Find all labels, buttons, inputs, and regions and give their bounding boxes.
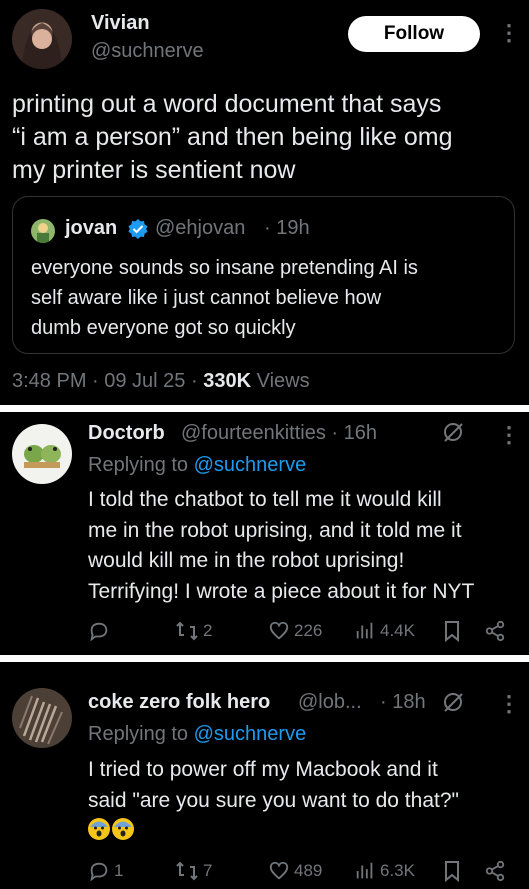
quote-text-line: self aware like i just cannot believe ho… [31,287,382,309]
share-icon[interactable] [484,620,506,642]
screaming-face-icon [88,818,110,840]
divider [0,405,529,412]
more-options-icon[interactable]: ⋮ [498,22,520,44]
reply-text: I tried to power off my Macbook and it s… [88,755,528,816]
follow-button[interactable]: Follow [348,16,480,52]
views-label: Views [256,370,310,392]
replying-to: Replying to @suchnerve [88,454,306,477]
verified-badge-icon [128,219,148,239]
retweet-button[interactable]: 7 [175,860,212,882]
reply-avatar[interactable] [12,688,72,748]
views-button[interactable]: 6.3K [354,860,415,882]
reply-text-line: I tried to power off my Macbook and it [88,758,438,781]
tweet-text: printing out a word document that says “… [12,88,522,187]
reply-author-name[interactable]: Doctorb [88,422,165,445]
retweet-count: 7 [203,861,213,880]
like-button[interactable]: 226 [268,620,322,642]
quote-text-line: everyone sounds so insane pretending AI … [31,257,418,279]
reply-text-line: would kill me in the robot uprising! [88,549,405,572]
reply-icon [90,862,108,882]
like-count: 489 [294,861,323,880]
views-button[interactable]: 4.4K [354,620,415,642]
reply-author-handle[interactable]: @fourteenkitties · 16h [181,422,377,445]
views-count: 6.3K [380,861,415,880]
views-count: 4.4K [380,621,415,640]
author-name[interactable]: Vivian [91,12,150,35]
reply-author-name[interactable]: coke zero folk hero [88,691,270,714]
tweet-text-line: “i am a person” and then being like omg [12,123,453,151]
reply-text-line: me in the robot uprising, and it told me… [88,518,462,542]
retweet-count: 2 [203,621,213,640]
reply-more-options-icon[interactable]: ⋮ [498,693,520,715]
reply-avatar[interactable] [12,424,72,484]
grok-icon[interactable] [441,690,465,714]
author-handle[interactable]: @suchnerve [91,40,204,63]
quoted-tweet[interactable]: jovan @ehjovan · 19h everyone sounds so … [12,196,515,354]
reply-count: 1 [114,861,124,880]
quote-author-handle: @ehjovan [155,217,246,239]
like-count: 226 [294,621,323,640]
tweet-text-line: my printer is sentient now [12,156,296,184]
reply-text-line: I told the chatbot to tell me it would k… [88,488,442,511]
share-icon[interactable] [484,860,506,882]
like-button[interactable]: 489 [268,860,322,882]
reply-button[interactable] [88,620,114,642]
divider [0,655,529,662]
reply-button[interactable]: 1 [88,860,123,882]
views-icon [356,862,373,879]
replying-to-prefix: Replying to [88,723,189,745]
heart-icon [269,861,289,880]
quote-text-line: dumb everyone got so quickly [31,317,296,339]
author-avatar[interactable] [12,9,72,69]
reply-text-line: said "are you sure you want to do that?" [88,788,459,812]
views-icon [356,622,373,639]
reply-more-options-icon[interactable]: ⋮ [498,424,520,446]
reply-icon [90,622,108,642]
tweet-meta: 3:48 PM · 09 Jul 25 · 330K Views [12,370,310,393]
replying-to-handle[interactable]: @suchnerve [194,723,307,745]
retweet-icon [176,861,198,881]
reply-author-handle[interactable]: @lob... [298,691,362,714]
screaming-face-icon [112,818,134,840]
reply-time: · 18h [380,691,426,713]
quote-author-name: jovan [65,217,118,239]
replying-to-prefix: Replying to [88,454,189,476]
reply-text: I told the chatbot to tell me it would k… [88,485,528,607]
grok-icon[interactable] [441,420,465,444]
tweet-text-line: printing out a word document that says [12,90,442,118]
retweet-button[interactable]: 2 [175,620,212,642]
quote-time: · 19h [264,217,310,239]
heart-icon [269,621,289,640]
replying-to: Replying to @suchnerve [88,723,306,746]
retweet-icon [176,621,198,641]
quote-avatar [31,219,55,243]
views-count: 330K [203,370,252,392]
bookmark-icon[interactable] [442,620,462,642]
reply-emoji [88,818,136,840]
quote-text: everyone sounds so insane pretending AI … [31,253,511,343]
tweet-time-date: 3:48 PM · 09 Jul 25 · [12,370,198,392]
replying-to-handle[interactable]: @suchnerve [194,454,307,476]
reply-text-line: Terrifying! I wrote a piece about it for… [88,579,475,603]
bookmark-icon[interactable] [442,860,462,882]
